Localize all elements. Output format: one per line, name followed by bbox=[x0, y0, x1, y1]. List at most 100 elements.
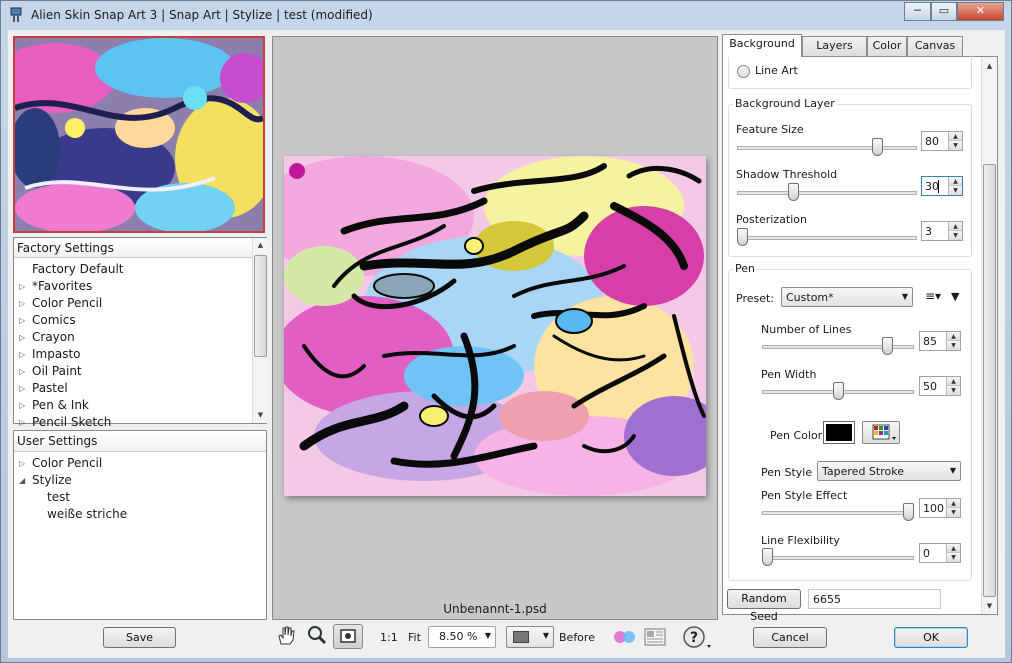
expand-arrow-icon[interactable]: ▷ bbox=[19, 333, 25, 342]
shadow-threshold-slider[interactable] bbox=[737, 183, 917, 203]
background-color-dropdown[interactable]: ▼ bbox=[506, 626, 554, 648]
factory-preset-item[interactable]: *Favorites bbox=[32, 279, 92, 293]
pen-width-value[interactable]: 50 bbox=[923, 380, 937, 393]
scroll-thumb[interactable] bbox=[983, 164, 996, 597]
expand-arrow-icon[interactable]: ▷ bbox=[19, 459, 25, 468]
pen-width-slider[interactable] bbox=[762, 382, 914, 402]
factory-preset-item[interactable]: Oil Paint bbox=[32, 364, 82, 378]
number-of-lines-stepper[interactable]: 85 ▲ ▼ bbox=[919, 331, 961, 351]
slider-track[interactable] bbox=[737, 191, 917, 195]
feature-size-slider[interactable] bbox=[737, 138, 917, 158]
expand-arrow-icon[interactable]: ▷ bbox=[19, 418, 25, 427]
help-icon[interactable]: ? bbox=[682, 625, 714, 649]
expand-arrow-icon[interactable]: ▷ bbox=[19, 350, 25, 359]
expand-arrow-icon[interactable]: ▷ bbox=[19, 299, 25, 308]
preview-canvas[interactable] bbox=[284, 156, 706, 496]
zoom-1-1-button[interactable]: 1:1 bbox=[380, 631, 398, 644]
decrement-icon[interactable]: ▼ bbox=[948, 231, 962, 240]
user-preset-item[interactable]: Stylize bbox=[32, 473, 72, 487]
color-palette-button[interactable] bbox=[862, 421, 900, 444]
decrement-icon[interactable]: ▼ bbox=[948, 186, 962, 195]
pen-style-dropdown[interactable]: Tapered Stroke ▼ bbox=[817, 461, 961, 481]
pen-color-swatch[interactable] bbox=[823, 421, 855, 444]
increment-icon[interactable]: ▲ bbox=[946, 332, 960, 341]
expand-arrow-icon[interactable]: ▷ bbox=[19, 282, 25, 291]
expand-arrow-icon[interactable]: ◢ bbox=[19, 476, 25, 485]
scroll-down-icon[interactable]: ▼ bbox=[253, 408, 268, 422]
slider-thumb[interactable] bbox=[872, 138, 883, 156]
pen-style-effect-value[interactable]: 100 bbox=[923, 502, 944, 515]
factory-preset-item[interactable]: Pastel bbox=[32, 381, 68, 395]
preview-area[interactable]: Unbenannt-1.psd bbox=[272, 36, 718, 620]
slider-track[interactable] bbox=[737, 146, 917, 150]
scroll-thumb[interactable] bbox=[254, 255, 267, 357]
magnifier-icon[interactable] bbox=[305, 624, 329, 646]
number-of-lines-value[interactable]: 85 bbox=[923, 335, 937, 348]
pen-width-stepper[interactable]: 50 ▲ ▼ bbox=[919, 376, 961, 396]
split-view-icon[interactable] bbox=[612, 628, 638, 646]
cancel-button[interactable]: Cancel bbox=[753, 627, 827, 648]
slider-thumb[interactable] bbox=[833, 382, 844, 400]
scroll-up-icon[interactable]: ▲ bbox=[253, 238, 268, 252]
factory-scrollbar[interactable]: ▲ ▼ bbox=[252, 238, 267, 423]
slider-thumb[interactable] bbox=[882, 337, 893, 355]
number-of-lines-slider[interactable] bbox=[762, 337, 914, 357]
scroll-down-icon[interactable]: ▼ bbox=[982, 599, 997, 613]
line-flexibility-stepper[interactable]: 0 ▲ ▼ bbox=[919, 543, 961, 563]
random-seed-button[interactable]: Random Seed bbox=[727, 589, 801, 623]
posterization-stepper[interactable]: 3 ▲ ▼ bbox=[921, 221, 963, 241]
feature-size-stepper[interactable]: 80 ▲ ▼ bbox=[921, 131, 963, 151]
factory-preset-item[interactable]: Color Pencil bbox=[32, 296, 102, 310]
increment-icon[interactable]: ▲ bbox=[946, 499, 960, 508]
tab-color[interactable]: Color bbox=[867, 36, 907, 56]
minimize-button[interactable]: ─ bbox=[904, 2, 931, 21]
line-flexibility-slider[interactable] bbox=[762, 548, 914, 568]
decrement-icon[interactable]: ▼ bbox=[946, 508, 960, 517]
slider-thumb[interactable] bbox=[903, 503, 914, 521]
increment-icon[interactable]: ▲ bbox=[948, 177, 962, 186]
settings-scrollbar[interactable]: ▲ ▼ bbox=[981, 57, 997, 614]
expand-arrow-icon[interactable]: ▷ bbox=[19, 401, 25, 410]
decrement-icon[interactable]: ▼ bbox=[946, 341, 960, 350]
decrement-icon[interactable]: ▼ bbox=[948, 141, 962, 150]
increment-icon[interactable]: ▲ bbox=[948, 132, 962, 141]
factory-preset-item[interactable]: Factory Default bbox=[32, 262, 124, 276]
factory-preset-item[interactable]: Comics bbox=[32, 313, 76, 327]
save-button[interactable]: Save bbox=[103, 627, 176, 648]
preview-frame-icon[interactable] bbox=[333, 624, 363, 649]
factory-preset-item[interactable]: Pencil Sketch bbox=[32, 415, 111, 429]
random-seed-value[interactable]: 6655 bbox=[813, 593, 841, 606]
scroll-up-icon[interactable]: ▲ bbox=[982, 59, 997, 73]
pen-style-effect-slider[interactable] bbox=[762, 503, 914, 523]
slider-thumb[interactable] bbox=[737, 228, 748, 246]
layout-icon[interactable] bbox=[643, 627, 667, 647]
hand-icon[interactable] bbox=[274, 624, 298, 646]
posterization-value[interactable]: 3 bbox=[925, 225, 932, 238]
line-flexibility-value[interactable]: 0 bbox=[923, 547, 930, 560]
close-window-button[interactable]: ✕ bbox=[957, 2, 1004, 21]
user-preset-item[interactable]: weiße striche bbox=[47, 507, 127, 521]
factory-preset-item[interactable]: Impasto bbox=[32, 347, 81, 361]
increment-icon[interactable]: ▲ bbox=[946, 377, 960, 386]
user-preset-item[interactable]: test bbox=[47, 490, 70, 504]
expand-arrow-icon[interactable]: ▷ bbox=[19, 384, 25, 393]
pen-style-effect-stepper[interactable]: 100 ▲ ▼ bbox=[919, 498, 961, 518]
feature-size-value[interactable]: 80 bbox=[925, 135, 939, 148]
expand-arrow-icon[interactable]: ▷ bbox=[19, 316, 25, 325]
ok-button[interactable]: OK bbox=[894, 627, 968, 648]
preset-dropdown[interactable]: Custom* ▼ bbox=[781, 287, 913, 307]
increment-icon[interactable]: ▲ bbox=[946, 544, 960, 553]
zoom-fit-button[interactable]: Fit bbox=[408, 631, 421, 644]
decrement-icon[interactable]: ▼ bbox=[946, 386, 960, 395]
tab-canvas[interactable]: Canvas bbox=[907, 36, 963, 56]
shadow-threshold-stepper[interactable]: 30 ▲ ▼ bbox=[921, 176, 963, 196]
slider-track[interactable] bbox=[762, 511, 914, 515]
tab-background[interactable]: Background bbox=[722, 34, 802, 57]
random-seed-field[interactable]: 6655 bbox=[808, 589, 941, 609]
shadow-threshold-value[interactable]: 30 bbox=[925, 180, 939, 193]
factory-preset-item[interactable]: Pen & Ink bbox=[32, 398, 89, 412]
slider-track[interactable] bbox=[737, 236, 917, 240]
before-toggle[interactable]: Before bbox=[559, 631, 595, 644]
factory-preset-item[interactable]: Crayon bbox=[32, 330, 75, 344]
user-preset-item[interactable]: Color Pencil bbox=[32, 456, 102, 470]
